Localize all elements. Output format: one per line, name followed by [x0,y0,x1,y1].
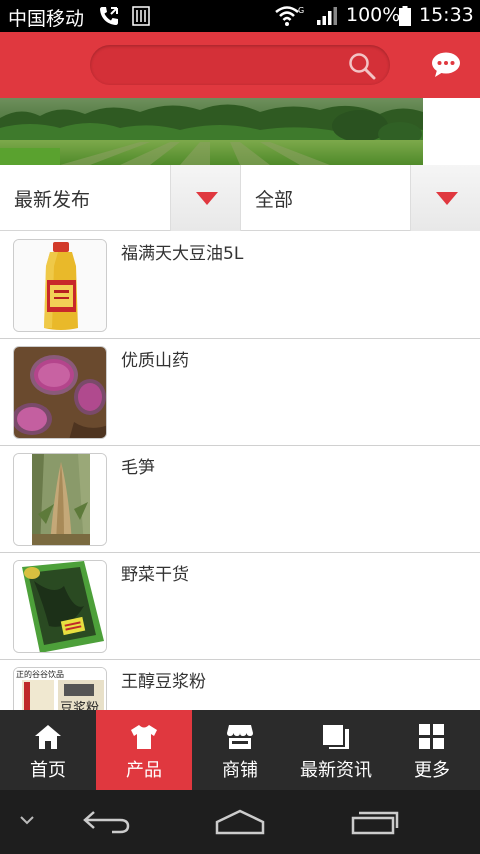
nav-item-shop[interactable]: 商铺 [192,710,288,790]
carrier-name: 中国移动 [8,8,85,30]
product-name: 野菜干货 [121,565,189,585]
product-name: 优质山药 [121,351,189,371]
product-thumbnail[interactable]: 正的谷谷饮品 豆浆粉 [13,667,107,710]
sort-filter[interactable]: 最新发布 [0,165,240,231]
clock: 15:33 [419,4,474,26]
status-bar: 中国移动 G 100% 15:33 [0,0,480,32]
shop-icon [227,725,253,749]
product-thumbnail[interactable] [13,453,107,546]
package-brand-text: 豆浆粉 [60,701,99,710]
shirt-icon [131,725,157,749]
product-name: 毛笋 [121,458,155,478]
nav-item-more[interactable]: 更多 [384,710,480,790]
purple-yam-picture [14,347,106,438]
sort-filter-label: 最新发布 [14,189,91,211]
product-thumbnail[interactable] [13,346,107,439]
wifi-icon: G [275,6,304,26]
nav-label: 首页 [30,760,66,781]
back-icon[interactable] [82,808,132,836]
search-input[interactable] [108,53,338,77]
nav-label: 商铺 [222,760,258,781]
product-list[interactable]: 福满天大豆油5L 优质山药 毛笋 野菜干货 正的谷谷饮品 豆浆粉 王醇豆浆粉 [0,232,480,710]
sim-card-icon [132,6,150,26]
recent-apps-icon[interactable] [350,808,400,836]
soybean-oil-bottle-picture [14,240,106,331]
category-filter-label: 全部 [255,189,294,211]
app-header [0,32,480,98]
nav-item-products[interactable]: 产品 [96,710,192,790]
hide-keyboard-chevron-icon[interactable] [18,814,36,826]
message-icon[interactable] [430,51,462,79]
list-item[interactable]: 野菜干货 [0,553,480,660]
product-name: 王醇豆浆粉 [121,672,206,692]
system-navigation-bar [0,790,480,854]
dried-wild-vegetables-package-picture [14,561,106,652]
search-icon[interactable] [348,52,376,80]
banner-image[interactable] [0,98,423,165]
dropdown-arrow-icon [196,192,218,205]
home-button-icon[interactable] [214,808,266,836]
home-icon [35,725,61,749]
news-icon [323,725,349,749]
nav-label: 产品 [126,760,162,781]
farmland-landscape-picture [0,98,423,165]
list-item[interactable]: 正的谷谷饮品 豆浆粉 王醇豆浆粉 [0,660,480,710]
bamboo-shoot-picture [14,454,106,545]
grid-icon [419,724,444,749]
filter-bar: 最新发布 全部 [0,165,480,231]
sort-dropdown-button[interactable] [170,165,240,231]
nav-label: 最新资讯 [300,760,372,781]
nav-item-news[interactable]: 最新资讯 [288,710,384,790]
search-bar[interactable] [90,45,390,85]
nav-label: 更多 [414,760,450,781]
product-thumbnail[interactable] [13,560,107,653]
list-item[interactable]: 福满天大豆油5L [0,232,480,339]
list-item[interactable]: 毛笋 [0,446,480,553]
product-name: 福满天大豆油5L [121,244,244,264]
category-filter[interactable]: 全部 [240,165,480,231]
package-top-text: 正的谷谷饮品 [16,669,64,679]
dropdown-arrow-icon [436,192,458,205]
network-type-label: G [298,6,304,15]
battery-percent: 100% [346,4,401,26]
list-item[interactable]: 优质山药 [0,339,480,446]
battery-icon [399,6,411,26]
product-thumbnail[interactable] [13,239,107,332]
bottom-navigation: 首页 产品 商铺 最新资讯 更多 [0,710,480,790]
nav-item-home[interactable]: 首页 [0,710,96,790]
soy-milk-powder-package-picture: 正的谷谷饮品 豆浆粉 [14,668,106,710]
category-dropdown-button[interactable] [410,165,480,231]
signal-strength-icon [317,7,337,25]
phone-call-icon [100,7,118,25]
